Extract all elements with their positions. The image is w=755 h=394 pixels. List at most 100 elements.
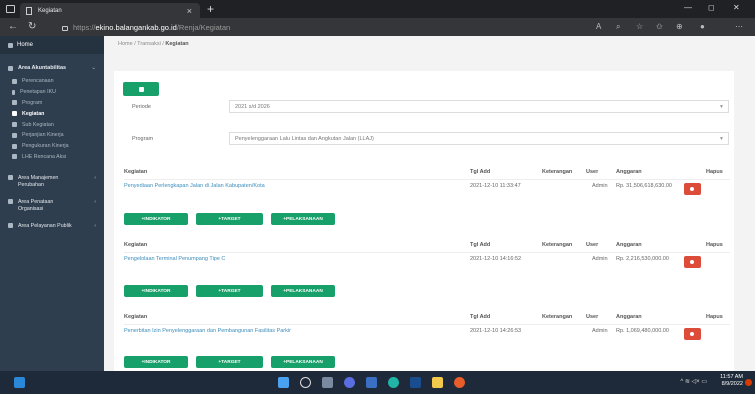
- table-header: Kegiatan Tgl Add Keterangan User Anggara…: [124, 312, 730, 324]
- clock-date: 8/9/2022: [721, 381, 743, 387]
- taskbar: ^ ≋ ◁× ▭ 11:57 AM 8/9/2022: [0, 371, 755, 394]
- kegiatan-link[interactable]: Penerbitan Izin Penyelenggaraan dan Pemb…: [124, 328, 291, 334]
- new-tab-button[interactable]: +: [207, 2, 214, 16]
- sidebar-item-kegiatan[interactable]: Kegiatan: [0, 108, 104, 119]
- sidebar-area-akuntabilitas[interactable]: Area Akuntabilitas ⌄: [0, 60, 104, 76]
- periode-value: 2021 s/d 2026: [235, 103, 270, 110]
- tgl-add-value: 2021-12-10 11:33:47: [470, 183, 521, 189]
- sidebar-area-penataan[interactable]: Area Penataan Organisasi ‹: [0, 194, 104, 218]
- periode-select[interactable]: 2021 s/d 2026 ▼: [229, 100, 729, 113]
- delete-button[interactable]: [684, 183, 701, 195]
- breadcrumb-current: Kegiatan: [165, 41, 189, 47]
- chat-icon[interactable]: [344, 377, 355, 388]
- table-header: Kegiatan Tgl Add Keterangan User Anggara…: [124, 167, 730, 179]
- anggaran-value: Rp. 31,506,618,630.00: [616, 183, 672, 189]
- firefox-icon[interactable]: [454, 377, 465, 388]
- edit-icon: [12, 111, 17, 117]
- main-content: Home / Transaksi / Kegiatan Periode 2021…: [104, 36, 755, 371]
- header-user: User: [586, 314, 599, 320]
- minimize-icon[interactable]: —: [684, 3, 692, 12]
- read-aloud-icon[interactable]: A: [596, 22, 601, 31]
- header-tgl-add: Tgl Add: [470, 169, 491, 175]
- sidebar-item-label: Perjanjian Kinerja: [22, 132, 64, 139]
- table-row: Penyediaan Perlengkapan Jalan di Jalan K…: [124, 181, 730, 195]
- widgets-icon[interactable]: [14, 377, 25, 388]
- close-tab-icon[interactable]: ×: [187, 6, 192, 16]
- header-user: User: [586, 242, 599, 248]
- header-kegiatan: Kegiatan: [124, 169, 148, 175]
- store-icon[interactable]: [366, 377, 377, 388]
- header-anggaran: Anggaran: [616, 314, 642, 320]
- notification-icon[interactable]: [745, 379, 752, 386]
- breadcrumb-home[interactable]: Home: [118, 41, 133, 47]
- file-explorer-icon[interactable]: [432, 377, 443, 388]
- sidebar-item-label: Area Akuntabilitas: [18, 65, 67, 71]
- anggaran-value: Rp. 2,216,530,000.00: [616, 256, 669, 262]
- sidebar-item-label: Program: [22, 99, 43, 106]
- table-row: Pengelolaan Terminal Penumpang Tipe C 20…: [124, 254, 730, 268]
- program-select[interactable]: Penyelenggaraan Lalu Lintas dan Angkutan…: [229, 132, 729, 145]
- tab-actions-icon[interactable]: [6, 5, 15, 13]
- profile-icon[interactable]: ●: [700, 22, 705, 31]
- sidebar-item-penetapan-iku[interactable]: Penetapan IKU: [0, 87, 104, 98]
- url-field[interactable]: https://ekino.balangankab.go.id/Renja/Ke…: [62, 21, 672, 33]
- add-pelaksanaan-button[interactable]: +PELAKSANAAN: [271, 213, 335, 225]
- search-icon[interactable]: [300, 377, 311, 388]
- close-window-icon[interactable]: ✕: [733, 3, 740, 12]
- add-pelaksanaan-button[interactable]: +PELAKSANAAN: [271, 356, 335, 368]
- divider: [124, 179, 730, 180]
- header-keterangan: Keterangan: [542, 242, 573, 248]
- url-text: https://ekino.balangankab.go.id/Renja/Ke…: [73, 22, 231, 32]
- users-icon: [8, 199, 13, 205]
- header-tgl-add: Tgl Add: [470, 314, 491, 320]
- sidebar-item-label: LHE Rencana Aksi: [22, 153, 67, 160]
- sidebar-item-lhe-rencana-aksi[interactable]: LHE Rencana Aksi: [0, 152, 104, 163]
- action-buttons: +INDIKATOR +TARGET +PELAKSANAAN: [124, 213, 335, 225]
- more-icon[interactable]: ⋯: [735, 22, 743, 31]
- collections-icon[interactable]: ⊕: [676, 22, 683, 31]
- sidebar-home[interactable]: Home: [0, 36, 104, 54]
- users-icon: [8, 175, 13, 181]
- restore-icon[interactable]: ◻: [708, 3, 715, 12]
- table-row: Penerbitan Izin Penyelenggaraan dan Pemb…: [124, 326, 730, 340]
- clock[interactable]: 11:57 AM 8/9/2022: [720, 374, 743, 388]
- sidebar-item-program[interactable]: Program: [0, 98, 104, 109]
- favorite-icon[interactable]: ☆: [636, 22, 643, 31]
- edit-icon: [12, 100, 17, 106]
- add-pelaksanaan-button[interactable]: +PELAKSANAAN: [271, 285, 335, 297]
- breadcrumb-transaksi[interactable]: Transaksi: [137, 41, 161, 47]
- sidebar-area-pelayanan[interactable]: Area Pelayanan Publik ‹: [0, 218, 104, 235]
- sidebar-item-perencanaan[interactable]: Perencanaan: [0, 76, 104, 87]
- delete-button[interactable]: [684, 328, 701, 340]
- add-target-button[interactable]: +TARGET: [196, 285, 263, 297]
- sidebar-item-sub-kegiatan[interactable]: Sub Kegiatan: [0, 119, 104, 130]
- favorites-icon[interactable]: ✩: [656, 22, 663, 31]
- kegiatan-link[interactable]: Penyediaan Perlengkapan Jalan di Jalan K…: [124, 183, 265, 189]
- add-indikator-button[interactable]: +INDIKATOR: [124, 213, 188, 225]
- sidebar-item-perjanjian-kinerja[interactable]: Perjanjian Kinerja: [0, 130, 104, 141]
- sidebar-area-manajemen[interactable]: Area Manajemen Perubahan ‹: [0, 170, 104, 194]
- start-icon[interactable]: [278, 377, 289, 388]
- task-view-icon[interactable]: [322, 377, 333, 388]
- refresh-icon[interactable]: ↻: [28, 21, 36, 32]
- sidebar-item-label: Area Penataan Organisasi: [18, 199, 54, 213]
- zoom-icon[interactable]: ⌕: [616, 22, 620, 32]
- header-hapus: Hapus: [706, 314, 723, 320]
- add-target-button[interactable]: +TARGET: [196, 356, 263, 368]
- handshake-icon: [12, 132, 17, 138]
- divider: [124, 324, 730, 325]
- table-header: Kegiatan Tgl Add Keterangan User Anggara…: [124, 240, 730, 252]
- system-tray-icons[interactable]: ^ ≋ ◁× ▭: [680, 378, 707, 385]
- add-target-button[interactable]: +TARGET: [196, 213, 263, 225]
- photoshop-icon[interactable]: [410, 377, 421, 388]
- kegiatan-link[interactable]: Pengelolaan Terminal Penumpang Tipe C: [124, 256, 225, 262]
- edge-icon[interactable]: [388, 377, 399, 388]
- browser-tab[interactable]: Kegiatan ×: [20, 3, 200, 18]
- program-label: Program: [132, 136, 154, 142]
- sidebar-item-pengukuran-kinerja[interactable]: Pengukuran Kinerja: [0, 141, 104, 152]
- add-indikator-button[interactable]: +INDIKATOR: [124, 356, 188, 368]
- back-icon[interactable]: ←: [8, 21, 18, 32]
- add-button[interactable]: [123, 82, 159, 96]
- add-indikator-button[interactable]: +INDIKATOR: [124, 285, 188, 297]
- delete-button[interactable]: [684, 256, 701, 268]
